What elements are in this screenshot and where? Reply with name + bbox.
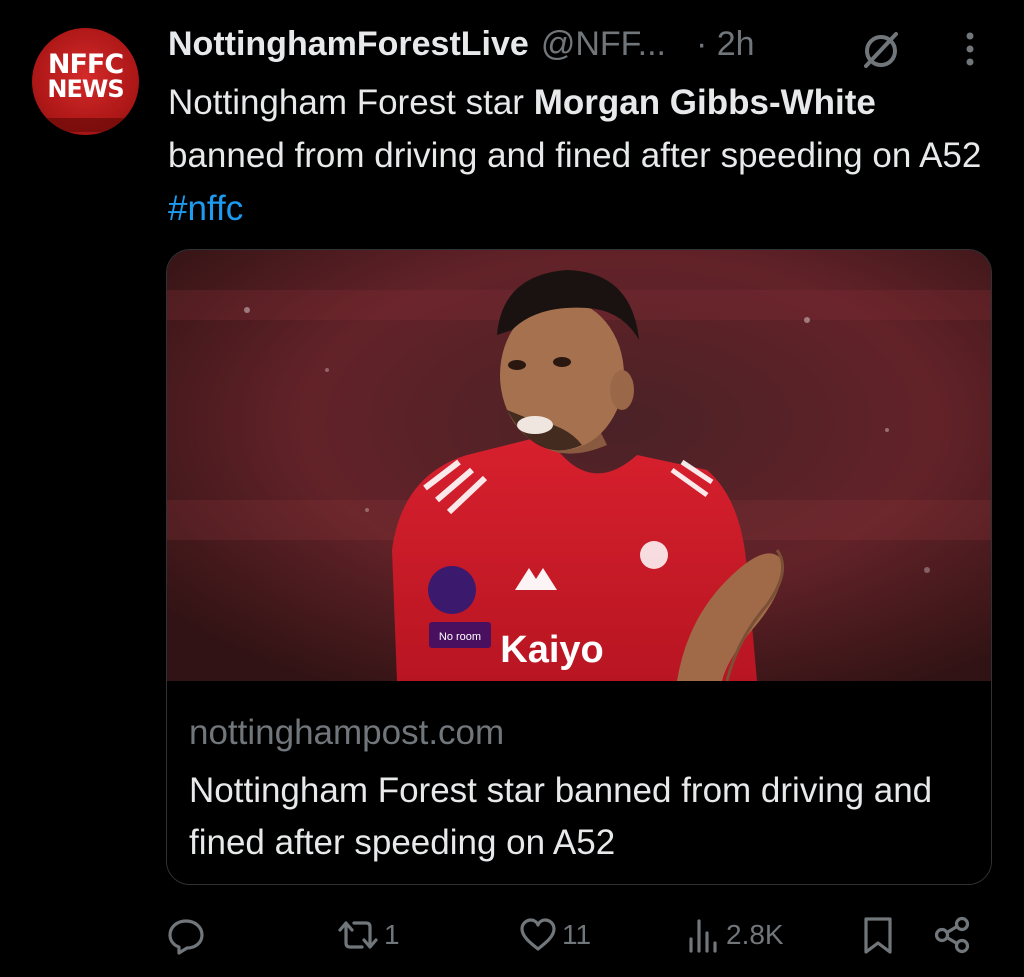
views-icon xyxy=(689,919,717,953)
tweet-text-prefix: Nottingham Forest star xyxy=(168,83,534,122)
like-count: 11 xyxy=(562,919,592,950)
avatar-text-news: NEWS xyxy=(47,75,124,103)
action-bar: 1 11 2.8K xyxy=(0,905,1024,965)
card-image[interactable]: No room Kaiyo xyxy=(167,250,991,681)
handle[interactable]: @NFF... xyxy=(541,25,666,64)
like-button[interactable]: 11 xyxy=(518,905,591,965)
tweet[interactable]: NFFC NEWS NottinghamForestLive @NFF... ·… xyxy=(0,0,1024,977)
svg-text:No room: No room xyxy=(439,631,481,643)
heart-icon xyxy=(520,918,556,951)
card-domain: nottinghampost.com xyxy=(189,713,505,752)
avatar-band xyxy=(44,118,127,132)
bookmark-icon xyxy=(864,917,892,954)
bookmark-button[interactable] xyxy=(860,905,896,965)
retweet-count: 1 xyxy=(384,919,400,950)
share-icon xyxy=(934,916,970,954)
reply-button[interactable] xyxy=(166,905,210,965)
hashtag-link[interactable]: #nffc xyxy=(168,189,243,228)
tweet-header: NottinghamForestLive @NFF... · 2h xyxy=(168,22,755,66)
timestamp[interactable]: · 2h xyxy=(696,25,755,64)
tweet-text: Nottingham Forest star Morgan Gibbs-Whit… xyxy=(168,76,998,235)
reply-icon xyxy=(168,919,204,955)
more-icon[interactable] xyxy=(960,30,980,68)
display-name[interactable]: NottinghamForestLive xyxy=(168,25,529,64)
grok-icon[interactable] xyxy=(858,26,904,72)
views-count: 2.8K xyxy=(726,919,784,950)
card-title: Nottingham Forest star banned from drivi… xyxy=(189,771,933,862)
svg-text:Kaiyo: Kaiyo xyxy=(500,629,603,671)
retweet-icon xyxy=(338,921,378,949)
views-button[interactable]: 2.8K xyxy=(686,905,784,965)
tweet-text-suffix: banned from driving and fined after spee… xyxy=(168,136,982,175)
card-meta[interactable]: nottinghampost.com Nottingham Forest sta… xyxy=(167,681,991,884)
tweet-text-bold: Morgan Gibbs-White xyxy=(533,83,876,122)
avatar[interactable]: NFFC NEWS xyxy=(32,28,139,135)
retweet-button[interactable]: 1 xyxy=(336,905,400,965)
share-button[interactable] xyxy=(932,905,972,965)
link-card[interactable]: No room Kaiyo nottinghampost.com Notting… xyxy=(166,249,992,885)
player-photo: No room Kaiyo xyxy=(167,250,991,681)
